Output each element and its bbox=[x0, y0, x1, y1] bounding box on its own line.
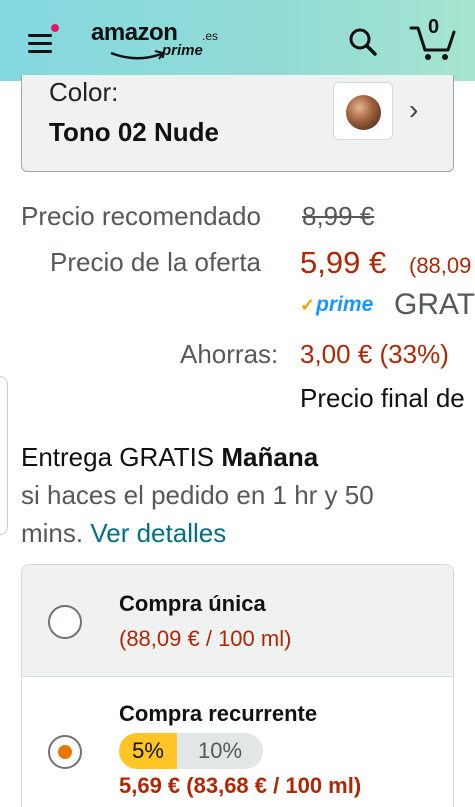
menu-icon-line bbox=[28, 34, 52, 37]
prime-badge: ✓prime bbox=[300, 293, 373, 317]
amazon-prime-logo[interactable]: amazon .es prime bbox=[91, 19, 226, 65]
delivery-cutoff-end: mins. bbox=[21, 518, 91, 548]
final-price-note: Precio final de bbox=[300, 383, 465, 413]
prime-check-icon: ✓ bbox=[300, 295, 316, 315]
discount-5-pill[interactable]: 5% bbox=[119, 733, 177, 769]
recommended-price: 8,99 € bbox=[302, 201, 375, 231]
discount-10-pill[interactable]: 10% bbox=[177, 733, 263, 769]
search-button[interactable] bbox=[346, 25, 380, 59]
delivery-prefix: Entrega GRATIS bbox=[21, 442, 222, 472]
one-time-title: Compra única bbox=[119, 591, 266, 616]
notification-dot-icon bbox=[50, 23, 60, 33]
one-time-purchase-option[interactable]: Compra única (88,09 € / 100 ml) bbox=[22, 565, 453, 677]
top-header: amazon .es prime 0 bbox=[0, 0, 475, 81]
offer-price-label: Precio de la oferta bbox=[50, 247, 262, 277]
offer-price: 5,99 € bbox=[300, 245, 387, 280]
shipping-text: GRAT bbox=[394, 288, 475, 321]
subscribe-option[interactable]: Compra recurrente 5% 10% 5,69 € (83,68 €… bbox=[22, 677, 453, 807]
delivery-info: Entrega GRATIS Mañana si haces el pedido… bbox=[21, 438, 461, 552]
color-value: Tono 02 Nude bbox=[49, 117, 219, 147]
subscribe-radio[interactable] bbox=[48, 735, 82, 769]
subscribe-title: Compra recurrente bbox=[119, 701, 318, 726]
delivery-line-3: mins. Ver detalles bbox=[21, 514, 461, 552]
delivery-cutoff: si haces el pedido en 1 hr y 50 bbox=[21, 480, 374, 510]
menu-icon-line bbox=[28, 42, 52, 45]
purchase-options: Compra única (88,09 € / 100 ml) Compra r… bbox=[21, 564, 454, 807]
chevron-right-icon: › bbox=[409, 94, 419, 125]
color-swatch[interactable] bbox=[333, 82, 393, 140]
color-selector[interactable]: Color: Tono 02 Nude › bbox=[21, 75, 454, 172]
cart-count: 0 bbox=[428, 16, 440, 38]
savings-value: 3,00 € (33%) bbox=[300, 339, 449, 369]
search-icon bbox=[349, 28, 377, 56]
menu-icon-line bbox=[28, 50, 52, 53]
menu-button[interactable] bbox=[26, 23, 60, 56]
subscribe-price: 5,69 € (83,68 € / 100 ml) bbox=[119, 773, 362, 798]
prime-text: prime bbox=[316, 293, 374, 316]
offer-unit-price: (88,09 bbox=[409, 253, 472, 278]
see-details-link[interactable]: Ver detalles bbox=[90, 518, 226, 548]
savings-label: Ahorras: bbox=[180, 339, 279, 369]
side-drawer-handle[interactable] bbox=[0, 376, 8, 535]
swatch-image bbox=[346, 95, 381, 130]
recommended-price-label: Precio recomendado bbox=[21, 201, 261, 231]
delivery-line-1: Entrega GRATIS Mañana bbox=[21, 438, 461, 476]
delivery-day: Mañana bbox=[221, 442, 319, 472]
cart-button[interactable]: 0 bbox=[408, 16, 458, 62]
logo-tld: .es bbox=[202, 29, 219, 43]
smile-arrow-icon bbox=[110, 50, 165, 60]
one-time-unit-price: (88,09 € / 100 ml) bbox=[119, 626, 292, 651]
color-label: Color: bbox=[49, 77, 119, 107]
one-time-radio[interactable] bbox=[48, 605, 82, 639]
